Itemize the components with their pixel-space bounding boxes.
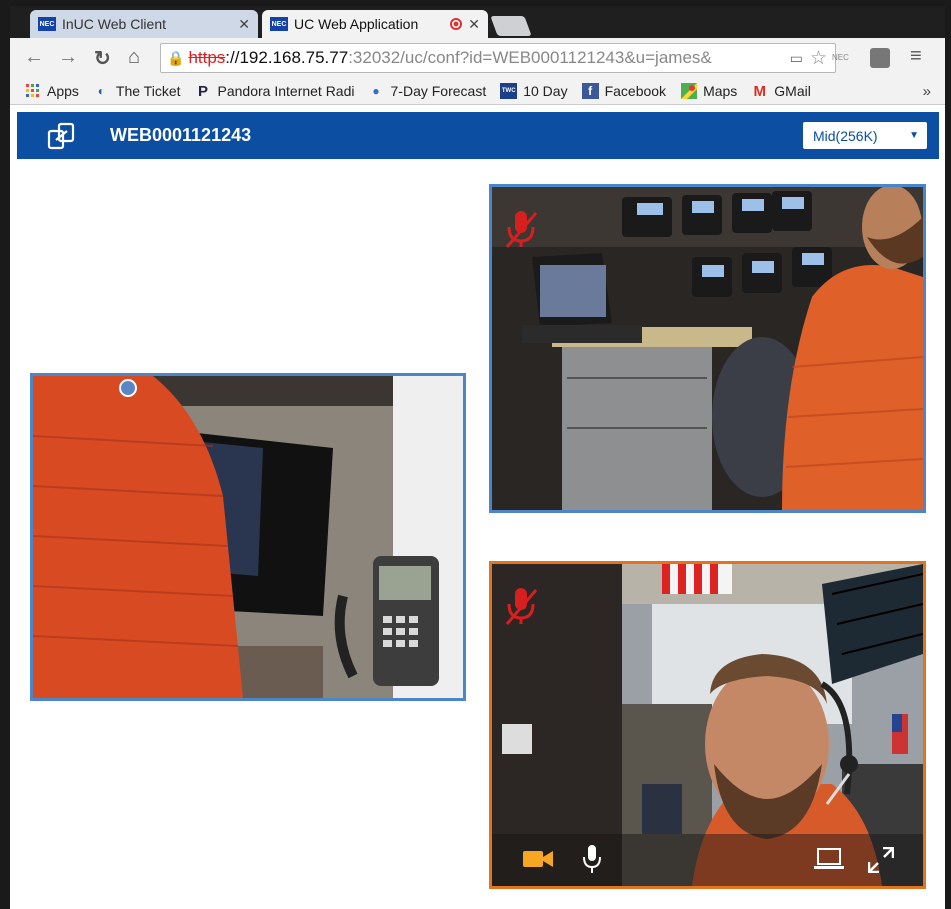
call-controls-bar: [492, 834, 923, 886]
app-header: WEB0001121243 Mid(256K) ▼: [17, 112, 939, 159]
conference-logo-icon: [47, 122, 75, 150]
cast-icon[interactable]: ▭: [790, 50, 803, 67]
nec-favicon-icon: NEC: [270, 17, 288, 31]
tab-strip: NEC InUC Web Client ✕ NEC UC Web Applica…: [10, 6, 945, 38]
bookmark-10-day[interactable]: TWC 10 Day: [500, 83, 568, 99]
forward-arrow-icon[interactable]: →: [58, 46, 78, 69]
recording-indicator-icon: [450, 18, 463, 30]
conference-id: WEB0001121243: [110, 125, 252, 145]
maps-icon: [680, 83, 697, 99]
tab-uc-web-application[interactable]: NEC UC Web Application ✕: [262, 10, 488, 38]
menu-icon[interactable]: ≡: [910, 45, 922, 68]
self-video[interactable]: [489, 561, 926, 889]
noaa-icon: ●: [372, 84, 380, 98]
microphone-icon[interactable]: [582, 844, 602, 874]
video-grid: [17, 159, 939, 909]
tab-title: UC Web Application: [294, 16, 419, 32]
new-tab-button[interactable]: [490, 16, 532, 36]
facebook-icon: f: [581, 83, 599, 99]
bookmark-label: 7-Day Forecast: [390, 83, 487, 99]
weather-channel-icon: TWC: [500, 83, 518, 99]
video-feed: [492, 187, 923, 510]
url-path: :32032/uc/conf?id=WEB0001121243&u=james&: [348, 48, 712, 67]
url-scheme: https: [188, 48, 226, 67]
bookmark-label: The Ticket: [115, 83, 181, 99]
participant-video-top-right[interactable]: [489, 184, 926, 513]
close-icon[interactable]: ✕: [468, 16, 480, 33]
pandora-p-icon: P: [198, 82, 209, 100]
bookmark-the-ticket[interactable]: ◐ The Ticket: [93, 83, 181, 99]
expand-icon[interactable]: [868, 847, 894, 873]
bookmark-star-icon[interactable]: ☆: [810, 47, 827, 70]
ticket-icon: ◐: [97, 84, 106, 98]
apps-grid-icon: [24, 83, 41, 99]
bookmark-gmail[interactable]: M GMail: [751, 82, 811, 100]
browser-window: NEC InUC Web Client ✕ NEC UC Web Applica…: [10, 6, 945, 909]
bandwidth-value: Mid(256K): [813, 127, 878, 144]
bookmark-label: Facebook: [604, 83, 667, 99]
participant-video-left[interactable]: [30, 373, 466, 701]
muted-microphone-icon: [505, 588, 538, 625]
home-icon[interactable]: ⌂: [128, 46, 140, 69]
muted-microphone-icon: [505, 211, 538, 248]
url-host: ://192.168.75.77: [225, 48, 349, 67]
chevron-down-icon: ▼: [909, 130, 919, 141]
video-feed: [33, 376, 463, 698]
bookmark-apps[interactable]: Apps: [24, 83, 79, 99]
address-bar[interactable]: 🔒 https://192.168.75.77:32032/uc/conf?id…: [160, 43, 836, 73]
nec-extension-icon[interactable]: NEC: [832, 53, 849, 62]
bookmarks-overflow-button[interactable]: »: [923, 83, 931, 100]
bookmark-pandora[interactable]: P Pandora Internet Radi: [195, 82, 354, 100]
bookmark-label: Maps: [703, 83, 738, 99]
tab-inuc-web-client[interactable]: NEC InUC Web Client ✕: [30, 10, 258, 38]
camera-icon[interactable]: [522, 847, 554, 871]
laptop-icon[interactable]: [814, 847, 844, 871]
bookmark-facebook[interactable]: f Facebook: [581, 83, 667, 99]
bookmark-label: Pandora Internet Radi: [217, 83, 354, 99]
nec-favicon-icon: NEC: [38, 17, 56, 31]
back-arrow-icon[interactable]: ←: [24, 46, 44, 69]
tab-title: InUC Web Client: [62, 16, 167, 32]
bookmark-label: GMail: [774, 83, 811, 99]
insecure-lock-icon: 🔒: [167, 49, 185, 66]
bookmark-label: 10 Day: [523, 83, 568, 99]
bookmark-label: Apps: [47, 83, 79, 99]
reload-icon[interactable]: ↻: [94, 46, 111, 71]
extension-icon[interactable]: [870, 48, 890, 68]
bookmark-7-day-forecast[interactable]: ● 7-Day Forecast: [368, 83, 487, 99]
bookmark-maps[interactable]: Maps: [680, 83, 737, 99]
bookmarks-bar: Apps ◐ The Ticket P Pandora Internet Rad…: [10, 78, 945, 105]
bandwidth-select[interactable]: Mid(256K) ▼: [803, 122, 927, 149]
gmail-icon: M: [753, 82, 767, 100]
close-icon[interactable]: ✕: [238, 16, 250, 33]
browser-toolbar: ← → ↻ ⌂ 🔒 https://192.168.75.77:32032/uc…: [10, 38, 945, 78]
